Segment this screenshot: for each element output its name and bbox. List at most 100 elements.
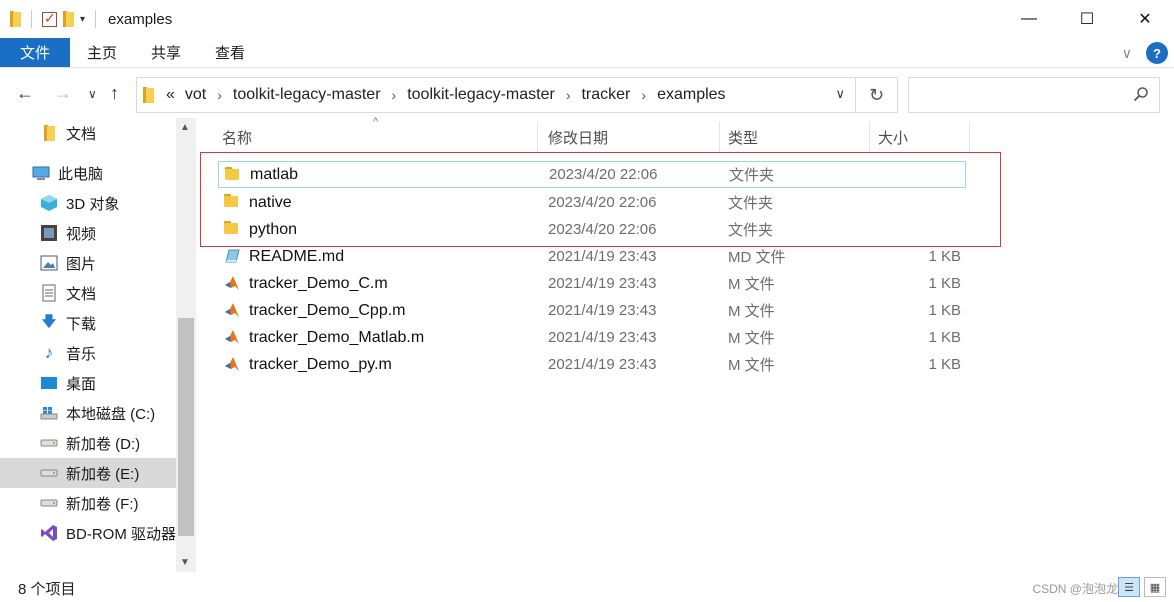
matlab-file-icon	[225, 330, 239, 344]
nav-item-bd-rom[interactable]: BD-ROM 驱动器	[0, 518, 176, 548]
breadcrumb-tracker[interactable]: tracker	[581, 86, 630, 104]
video-icon	[40, 224, 58, 242]
expand-ribbon-chevron-icon[interactable]: ∨	[1122, 45, 1132, 62]
column-header-date[interactable]: 修改日期	[540, 122, 720, 152]
navigation-pane: 文档 此电脑 3D 对象 视频 图片 文档 🡇 下载 ♪ 音乐 桌面 本地磁盘 …	[0, 118, 196, 572]
file-row-tracker-demo-matlab[interactable]: tracker_Demo_Matlab.m 2021/4/19 23:43 M …	[218, 324, 964, 351]
ribbon-tabs: 文件 主页 共享 查看 ∨ ?	[0, 38, 1174, 68]
nav-item-drive-e[interactable]: 新加卷 (E:)	[0, 458, 176, 488]
tab-file[interactable]: 文件	[0, 38, 70, 67]
breadcrumb-separator[interactable]: ›	[217, 87, 222, 103]
nav-item-videos[interactable]: 视频	[0, 218, 176, 248]
navigation-scrollbar[interactable]: ▲ ▼	[176, 118, 196, 572]
file-row-tracker-demo-py[interactable]: tracker_Demo_py.m 2021/4/19 23:43 M 文件 1…	[218, 351, 964, 378]
address-bar[interactable]: « vot › toolkit-legacy-master › toolkit-…	[136, 77, 856, 113]
item-count: 8 个项目	[18, 581, 76, 598]
column-header-name[interactable]: 名称	[214, 122, 538, 152]
folder-icon	[10, 11, 21, 27]
view-toggle: ☰ ▦	[1118, 577, 1166, 597]
file-type: M 文件	[728, 276, 775, 293]
quick-access-toolbar: ▾	[0, 10, 100, 28]
nav-item-drive-f[interactable]: 新加卷 (F:)	[0, 488, 176, 518]
large-icons-view-icon[interactable]: ▦	[1144, 577, 1166, 597]
nav-item-documents-quick[interactable]: 文档	[0, 118, 176, 148]
column-header-type[interactable]: 类型	[720, 122, 870, 152]
nav-item-label: BD-ROM 驱动器	[66, 525, 176, 543]
refresh-button[interactable]: ↻	[856, 77, 898, 113]
breadcrumb-toolkit-legacy-master-1[interactable]: toolkit-legacy-master	[233, 86, 381, 104]
window-controls: — ☐ ✕	[1000, 0, 1174, 38]
file-date: 2021/4/19 23:43	[548, 329, 657, 346]
markdown-file-icon	[225, 249, 240, 263]
file-size: 1 KB	[928, 329, 961, 346]
scrollbar-thumb[interactable]	[178, 318, 194, 536]
annotation-highlight-box	[200, 152, 1001, 247]
nav-item-downloads[interactable]: 🡇 下载	[0, 308, 176, 338]
nav-item-3d-objects[interactable]: 3D 对象	[0, 188, 176, 218]
forward-arrow-icon[interactable]: →	[54, 83, 72, 104]
drive-icon	[40, 494, 58, 512]
scroll-down-icon[interactable]: ▼	[180, 557, 190, 568]
matlab-file-icon	[225, 303, 239, 317]
nav-item-label: 文档	[66, 285, 97, 303]
nav-item-label: 下载	[66, 315, 97, 333]
up-arrow-icon[interactable]: ↑	[110, 83, 119, 104]
breadcrumb-examples[interactable]: examples	[657, 86, 725, 104]
breadcrumb-separator[interactable]: ›	[641, 87, 646, 103]
breadcrumb-vot[interactable]: vot	[185, 86, 206, 104]
file-row-tracker-demo-cpp[interactable]: tracker_Demo_Cpp.m 2021/4/19 23:43 M 文件 …	[218, 297, 964, 324]
nav-item-drive-c[interactable]: 本地磁盘 (C:)	[0, 398, 176, 428]
pictures-icon	[40, 254, 58, 272]
file-type: M 文件	[728, 303, 775, 320]
nav-item-label: 本地磁盘 (C:)	[66, 405, 156, 423]
refresh-icon: ↻	[868, 84, 885, 105]
file-date: 2021/4/19 23:43	[548, 356, 657, 373]
search-input[interactable]	[908, 77, 1160, 113]
help-icon[interactable]: ?	[1146, 42, 1168, 64]
column-header-size[interactable]: 大小	[870, 122, 970, 152]
desktop-icon	[40, 374, 58, 392]
breadcrumb-separator[interactable]: ›	[392, 87, 397, 103]
nav-item-desktop[interactable]: 桌面	[0, 368, 176, 398]
tab-share[interactable]: 共享	[134, 38, 198, 67]
3d-objects-icon	[40, 194, 58, 212]
file-row-readme[interactable]: README.md 2021/4/19 23:43 MD 文件 1 KB	[218, 243, 964, 270]
tab-view[interactable]: 查看	[198, 38, 262, 67]
breadcrumb-toolkit-legacy-master-2[interactable]: toolkit-legacy-master	[407, 86, 555, 104]
file-size: 1 KB	[928, 275, 961, 292]
file-name: tracker_Demo_C.m	[249, 274, 388, 292]
properties-icon[interactable]	[42, 10, 57, 27]
breadcrumb-separator[interactable]: ›	[566, 87, 571, 103]
document-folder-icon	[40, 124, 58, 142]
back-arrow-icon[interactable]: ←	[16, 83, 34, 104]
documents-icon	[40, 284, 58, 302]
search-icon[interactable]	[1133, 86, 1149, 102]
file-type: MD 文件	[728, 249, 786, 266]
scroll-up-icon[interactable]: ▲	[180, 122, 190, 133]
minimize-button[interactable]: —	[1000, 0, 1058, 38]
nav-item-documents[interactable]: 文档	[0, 278, 176, 308]
close-button[interactable]: ✕	[1116, 0, 1174, 38]
tab-home[interactable]: 主页	[70, 38, 134, 67]
nav-item-this-pc[interactable]: 此电脑	[0, 158, 176, 188]
recent-locations-chevron-icon[interactable]: ∨	[88, 87, 97, 101]
new-folder-icon[interactable]	[63, 11, 74, 27]
music-icon: ♪	[44, 343, 54, 362]
details-view-icon[interactable]: ☰	[1118, 577, 1140, 597]
maximize-button[interactable]: ☐	[1058, 0, 1116, 38]
nav-item-drive-d[interactable]: 新加卷 (D:)	[0, 428, 176, 458]
address-row: ← → ∨ ↑ « vot › toolkit-legacy-master › …	[0, 75, 1174, 115]
drive-icon	[40, 434, 58, 452]
matlab-file-icon	[225, 276, 239, 290]
address-dropdown-chevron-icon[interactable]: ∨	[835, 86, 845, 102]
file-row-tracker-demo-c[interactable]: tracker_Demo_C.m 2021/4/19 23:43 M 文件 1 …	[218, 270, 964, 297]
file-name: tracker_Demo_py.m	[249, 355, 392, 373]
nav-item-label: 新加卷 (E:)	[66, 465, 140, 483]
customize-toolbar-chevron-icon[interactable]: ▾	[80, 14, 85, 25]
divider	[95, 10, 97, 28]
nav-item-pictures[interactable]: 图片	[0, 248, 176, 278]
nav-item-music[interactable]: ♪ 音乐	[0, 338, 176, 368]
nav-item-label: 此电脑	[58, 165, 104, 183]
breadcrumb-overflow[interactable]: «	[166, 86, 175, 104]
file-name: tracker_Demo_Cpp.m	[249, 301, 406, 319]
